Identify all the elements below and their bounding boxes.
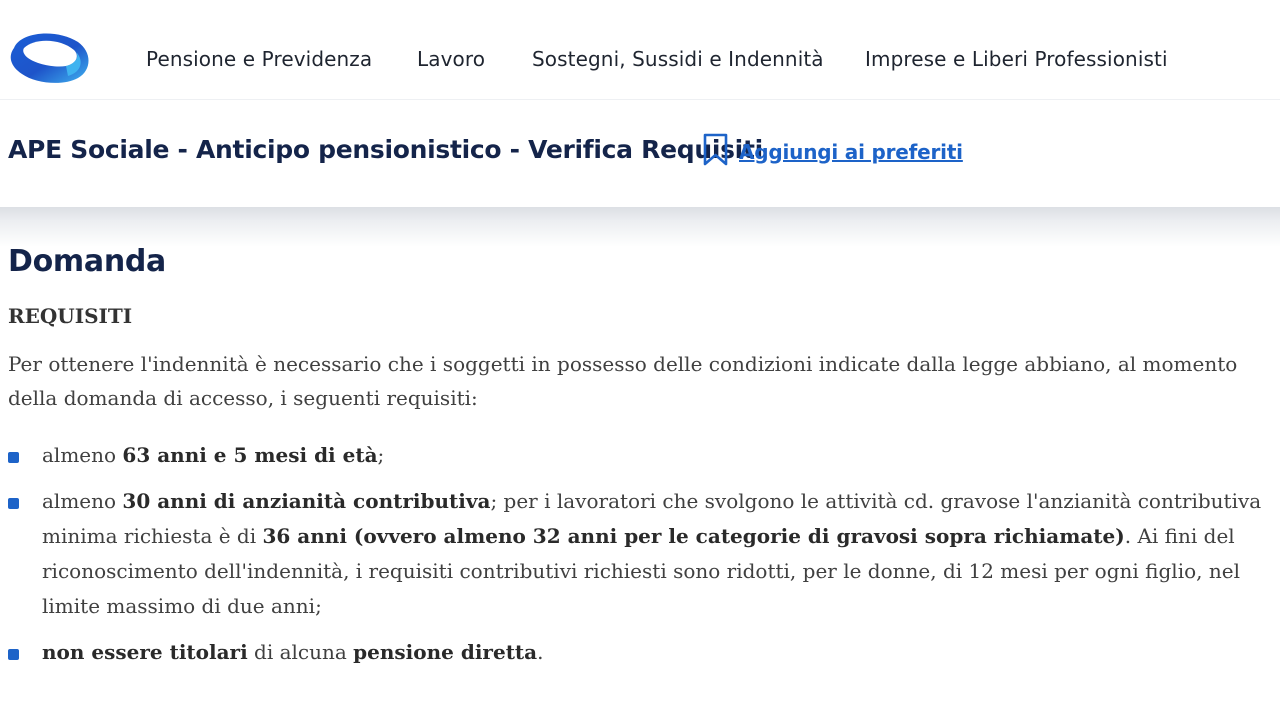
page-title: APE Sociale - Anticipo pensionistico - V… bbox=[8, 135, 763, 164]
bullet-marker-icon bbox=[8, 452, 19, 463]
top-navigation: Pensione e Previdenza Lavoro Sostegni, S… bbox=[0, 0, 1280, 100]
nav-item-sostegni[interactable]: Sostegni, Sussidi e Indennità bbox=[532, 47, 824, 71]
requirements-heading: REQUISITI bbox=[8, 304, 133, 328]
section-title: Domanda bbox=[8, 244, 166, 279]
intro-paragraph: Per ottenere l'indennità è necessario ch… bbox=[8, 352, 1238, 410]
add-to-favorites-link[interactable]: Aggiungi ai preferiti bbox=[739, 140, 963, 164]
nav-item-pensione[interactable]: Pensione e Previdenza bbox=[146, 47, 372, 71]
nav-item-imprese[interactable]: Imprese e Liberi Professionisti bbox=[865, 47, 1168, 71]
list-item: almeno 63 anni e 5 mesi di età; bbox=[8, 438, 1270, 473]
bullet-marker-icon bbox=[8, 498, 19, 509]
bookmark-icon[interactable] bbox=[702, 133, 729, 167]
bullet-marker-icon bbox=[8, 649, 19, 660]
inps-logo-icon[interactable] bbox=[6, 28, 92, 86]
list-item: almeno 30 anni di anzianità contributiva… bbox=[8, 484, 1270, 624]
list-item: non essere titolari di alcuna pensione d… bbox=[8, 635, 1270, 670]
nav-item-lavoro[interactable]: Lavoro bbox=[417, 47, 485, 71]
header-shadow-divider bbox=[0, 207, 1280, 247]
requirements-list: almeno 63 anni e 5 mesi di età; almeno 3… bbox=[8, 438, 1270, 670]
